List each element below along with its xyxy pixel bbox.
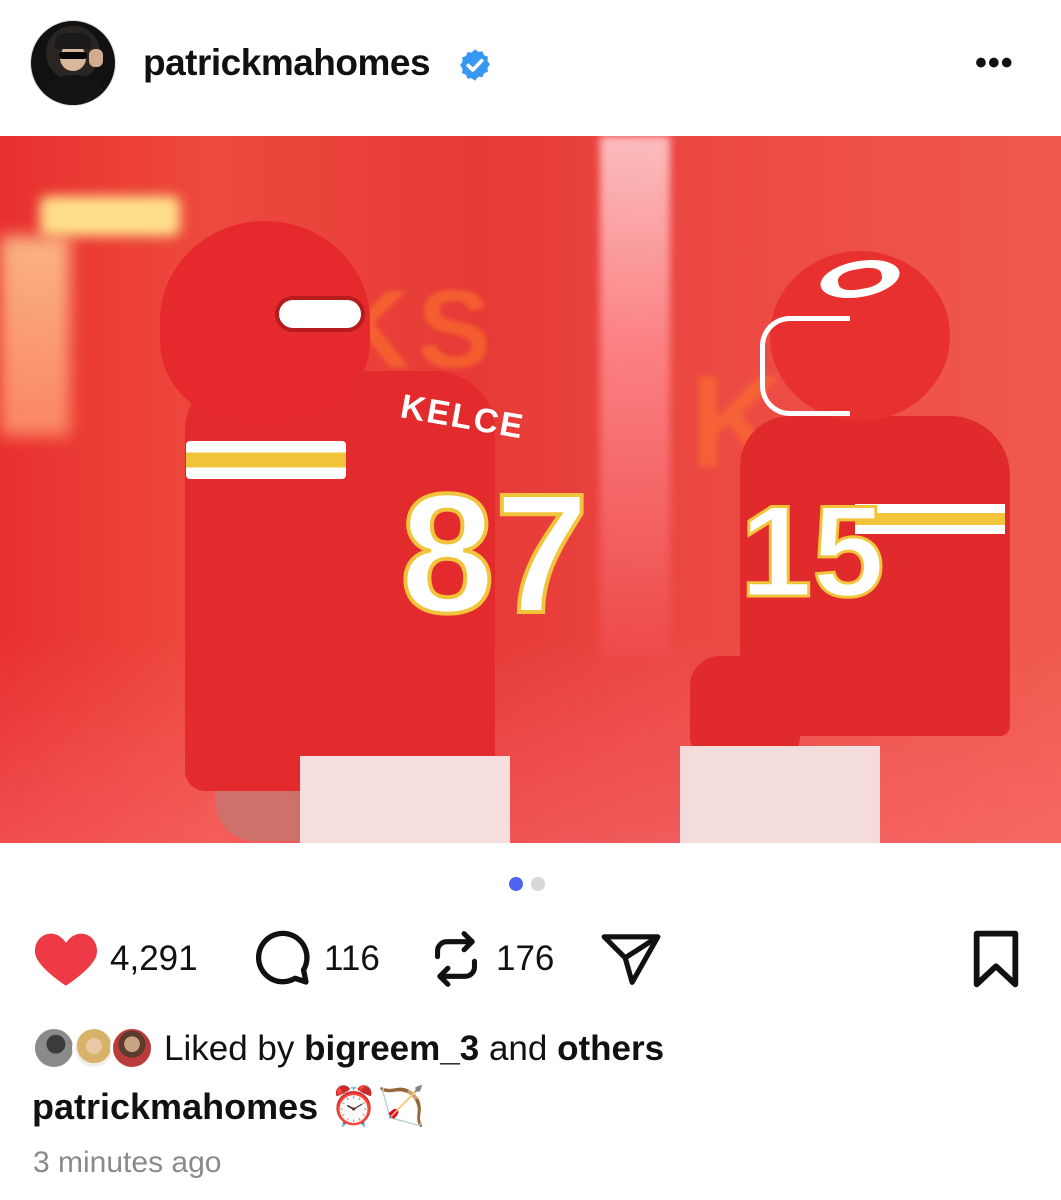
photo-ceiling-light: [40, 196, 180, 236]
comment-count: 116: [324, 939, 380, 978]
liker-avatars: [32, 1024, 154, 1074]
carousel-dot[interactable]: [531, 877, 545, 891]
avatar-hand: [89, 49, 103, 67]
player-right-number: 15: [739, 477, 887, 626]
liker-avatar: [32, 1026, 76, 1070]
liked-by-others[interactable]: others: [557, 1029, 664, 1068]
player-left-sleeve-stripe: [186, 441, 346, 479]
liked-by-text: Liked by bigreem_3 and others: [164, 1029, 664, 1069]
avatar-hat: [55, 33, 91, 49]
player-right-pants: [680, 746, 880, 843]
player-left-pants: [300, 756, 510, 843]
liked-by-user[interactable]: bigreem_3: [304, 1029, 479, 1068]
heart-icon: [34, 933, 98, 986]
avatar[interactable]: [30, 20, 116, 106]
comment-icon: [255, 930, 310, 985]
post-image[interactable]: KS K KELCE 87 15: [0, 136, 1061, 843]
avatar-glasses: [59, 52, 87, 59]
carousel-dot-active[interactable]: [509, 877, 523, 891]
photo-wall-light: [0, 236, 70, 436]
post-header: patrickmahomes •••: [0, 0, 1061, 136]
post-timestamp: 3 minutes ago: [33, 1146, 222, 1179]
comment-button[interactable]: 116: [254, 926, 380, 992]
bookmark-icon: [973, 930, 1019, 988]
share-button[interactable]: [600, 926, 662, 992]
save-button[interactable]: [970, 930, 1022, 993]
player-left-helmet-detail: [275, 296, 365, 332]
repost-button[interactable]: 176: [428, 926, 554, 992]
like-button[interactable]: 4,291: [34, 926, 198, 992]
caption-username[interactable]: patrickmahomes: [32, 1086, 318, 1128]
more-options-icon[interactable]: •••: [975, 46, 1025, 80]
photo-doorway: [600, 136, 670, 656]
liked-by-and: and: [488, 1029, 548, 1068]
verified-badge-icon: [460, 49, 490, 81]
liked-by-row[interactable]: Liked by bigreem_3 and others: [32, 1022, 664, 1076]
repost-count: 176: [496, 939, 555, 978]
send-icon: [601, 934, 661, 985]
repost-icon: [435, 931, 477, 987]
like-count: 4,291: [110, 939, 198, 978]
liker-avatar: [110, 1026, 154, 1070]
player-right-facemask: [760, 316, 850, 416]
post-username[interactable]: patrickmahomes: [143, 42, 431, 84]
post-caption: patrickmahomes ⏰🏹: [32, 1080, 425, 1134]
action-bar: 4,291 116 176: [0, 926, 1061, 992]
carousel-indicator: [509, 877, 545, 891]
player-left-number: 87: [398, 457, 591, 651]
avatar-body: [41, 75, 107, 105]
liked-by-prefix: Liked by: [164, 1029, 295, 1068]
caption-text: ⏰🏹: [330, 1086, 425, 1128]
